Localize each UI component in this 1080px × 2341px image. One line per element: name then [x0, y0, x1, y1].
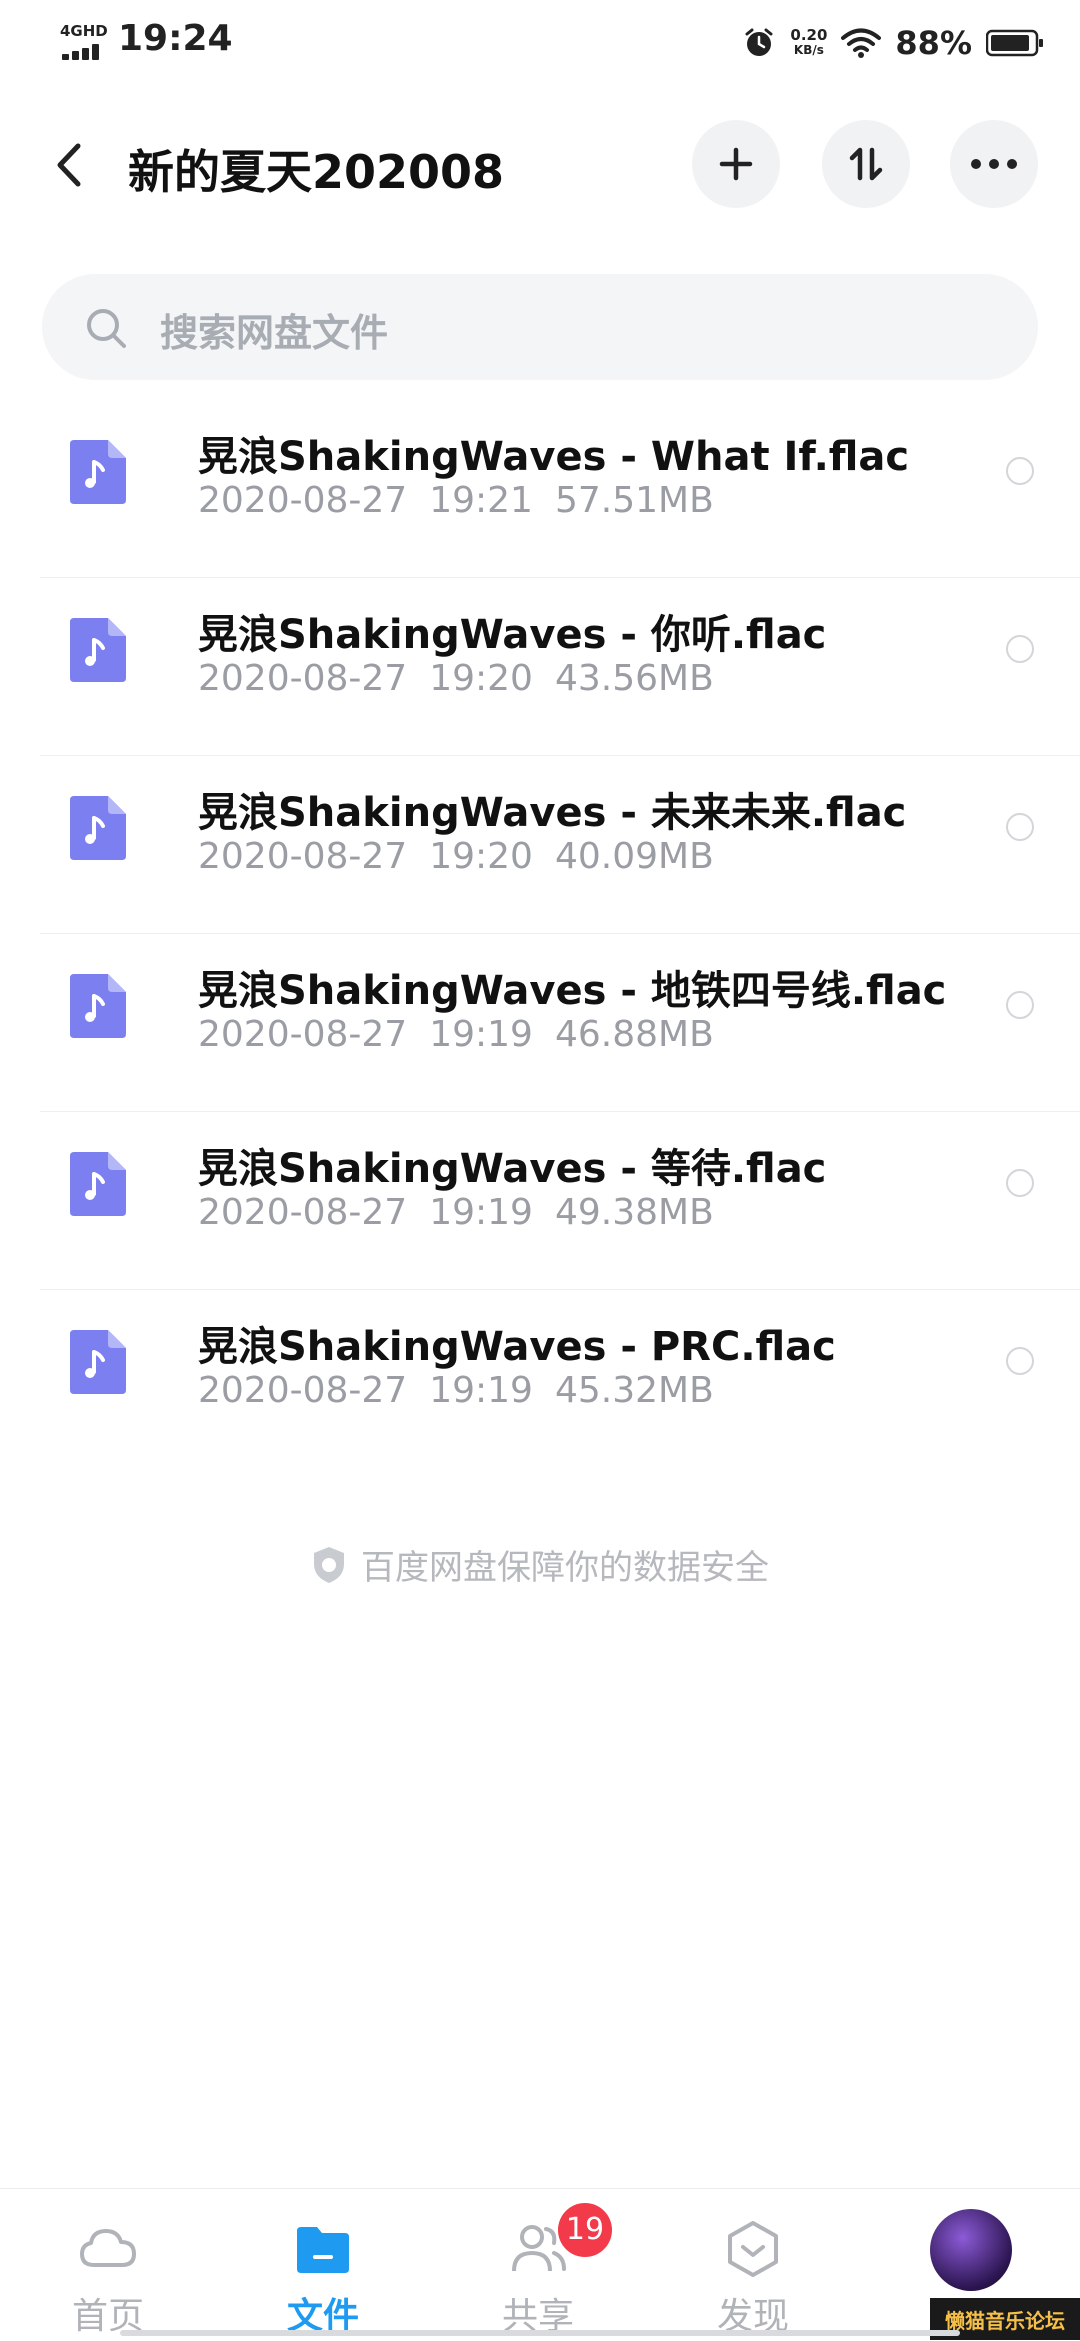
file-size: 57.51MB	[554, 480, 714, 521]
file-meta: 2020-08-27 19:21 57.51MB	[198, 480, 736, 521]
tab-discover[interactable]: 发现	[673, 2189, 833, 2341]
file-name: 晃浪ShakingWaves - PRC.flac	[198, 1324, 836, 1370]
music-file-icon	[70, 440, 126, 504]
file-date: 2020-08-27	[198, 1192, 408, 1233]
cloud-icon	[80, 2229, 136, 2267]
select-checkbox[interactable]	[1006, 1347, 1034, 1375]
status-time: 19:24	[118, 18, 233, 59]
file-row[interactable]: 晃浪ShakingWaves - 你听.flac 2020-08-27 19:20 4…	[40, 578, 1080, 756]
music-file-icon	[70, 618, 126, 682]
file-date: 2020-08-27	[198, 1370, 408, 1411]
file-size: 49.38MB	[554, 1192, 714, 1233]
select-checkbox[interactable]	[1006, 1169, 1034, 1197]
music-file-icon	[70, 796, 126, 860]
file-date: 2020-08-27	[198, 658, 408, 699]
file-name: 晃浪ShakingWaves - 等待.flac	[198, 1146, 827, 1192]
tab-home[interactable]: 首页	[28, 2189, 188, 2341]
tab-share[interactable]: 19 共享	[458, 2189, 618, 2341]
more-button[interactable]	[950, 120, 1038, 208]
file-time: 19:19	[429, 1014, 533, 1055]
music-file-icon	[70, 1152, 126, 1216]
wifi-icon	[841, 28, 882, 58]
file-name: 晃浪ShakingWaves - What If.flac	[198, 434, 910, 480]
signal-icon: 4GHD	[58, 22, 108, 62]
file-list: 晃浪ShakingWaves - What If.flac 2020-08-27 1…	[0, 400, 1080, 1467]
share-badge: 19	[558, 2203, 612, 2257]
file-meta: 2020-08-27 19:20 43.56MB	[198, 658, 736, 699]
sort-button[interactable]	[822, 120, 910, 208]
page-title: 新的夏天202008	[128, 145, 505, 199]
folder-icon	[297, 2227, 349, 2273]
file-time: 19:20	[429, 658, 533, 699]
battery-icon	[986, 29, 1043, 57]
back-icon[interactable]	[50, 140, 90, 190]
alarm-icon	[745, 28, 773, 56]
select-checkbox[interactable]	[1006, 457, 1034, 485]
header: 新的夏天202008	[0, 110, 1080, 220]
file-meta: 2020-08-27 19:19 46.88MB	[198, 1014, 736, 1055]
file-name: 晃浪ShakingWaves - 地铁四号线.flac	[198, 968, 947, 1014]
file-name: 晃浪ShakingWaves - 你听.flac	[198, 612, 827, 658]
file-date: 2020-08-27	[198, 480, 408, 521]
file-meta: 2020-08-27 19:19 45.32MB	[198, 1370, 736, 1411]
file-size: 40.09MB	[554, 836, 714, 877]
search-input[interactable]: 搜索网盘文件	[42, 274, 1038, 380]
plus-icon	[719, 147, 753, 181]
file-time: 19:20	[429, 836, 533, 877]
file-time: 19:21	[429, 480, 533, 521]
battery-percent: 88%	[895, 24, 972, 62]
status-bar: 4GHD 19:24 0.20 KB/s 88%	[0, 0, 1080, 90]
file-date: 2020-08-27	[198, 1014, 408, 1055]
add-button[interactable]	[692, 120, 780, 208]
file-size: 45.32MB	[554, 1370, 714, 1411]
avatar[interactable]	[930, 2209, 1012, 2291]
file-date: 2020-08-27	[198, 836, 408, 877]
home-indicator	[120, 2330, 960, 2336]
shield-icon	[314, 1547, 344, 1583]
bottom-tab-bar: 首页 文件 19 共享 发现	[0, 2188, 1080, 2341]
security-note: 百度网盘保障你的数据安全	[0, 1540, 1080, 1589]
discover-icon	[728, 2221, 778, 2277]
file-time: 19:19	[429, 1370, 533, 1411]
select-checkbox[interactable]	[1006, 813, 1034, 841]
more-icon	[971, 159, 1017, 169]
file-name: 晃浪ShakingWaves - 未来未来.flac	[198, 790, 907, 836]
file-row[interactable]: 晃浪ShakingWaves - 未来未来.flac 2020-08-27 19:2…	[40, 756, 1080, 934]
file-row[interactable]: 晃浪ShakingWaves - 等待.flac 2020-08-27 19:19 4…	[40, 1112, 1080, 1290]
select-checkbox[interactable]	[1006, 635, 1034, 663]
tab-files[interactable]: 文件	[243, 2189, 403, 2341]
file-size: 43.56MB	[554, 658, 714, 699]
network-type: 4GHD	[60, 22, 108, 40]
file-time: 19:19	[429, 1192, 533, 1233]
music-file-icon	[70, 1330, 126, 1394]
file-size: 46.88MB	[554, 1014, 714, 1055]
file-meta: 2020-08-27 19:20 40.09MB	[198, 836, 736, 877]
search-placeholder: 搜索网盘文件	[160, 311, 389, 355]
file-row[interactable]: 晃浪ShakingWaves - What If.flac 2020-08-27 1…	[40, 400, 1080, 578]
select-checkbox[interactable]	[1006, 991, 1034, 1019]
file-meta: 2020-08-27 19:19 49.38MB	[198, 1192, 736, 1233]
search-icon	[87, 309, 126, 348]
sort-icon	[849, 147, 883, 181]
music-file-icon	[70, 974, 126, 1038]
file-row[interactable]: 晃浪ShakingWaves - 地铁四号线.flac 2020-08-27 19:…	[40, 934, 1080, 1112]
network-speed: 0.20 KB/s	[790, 26, 828, 58]
file-row[interactable]: 晃浪ShakingWaves - PRC.flac 2020-08-27 19:19…	[40, 1290, 1080, 1467]
